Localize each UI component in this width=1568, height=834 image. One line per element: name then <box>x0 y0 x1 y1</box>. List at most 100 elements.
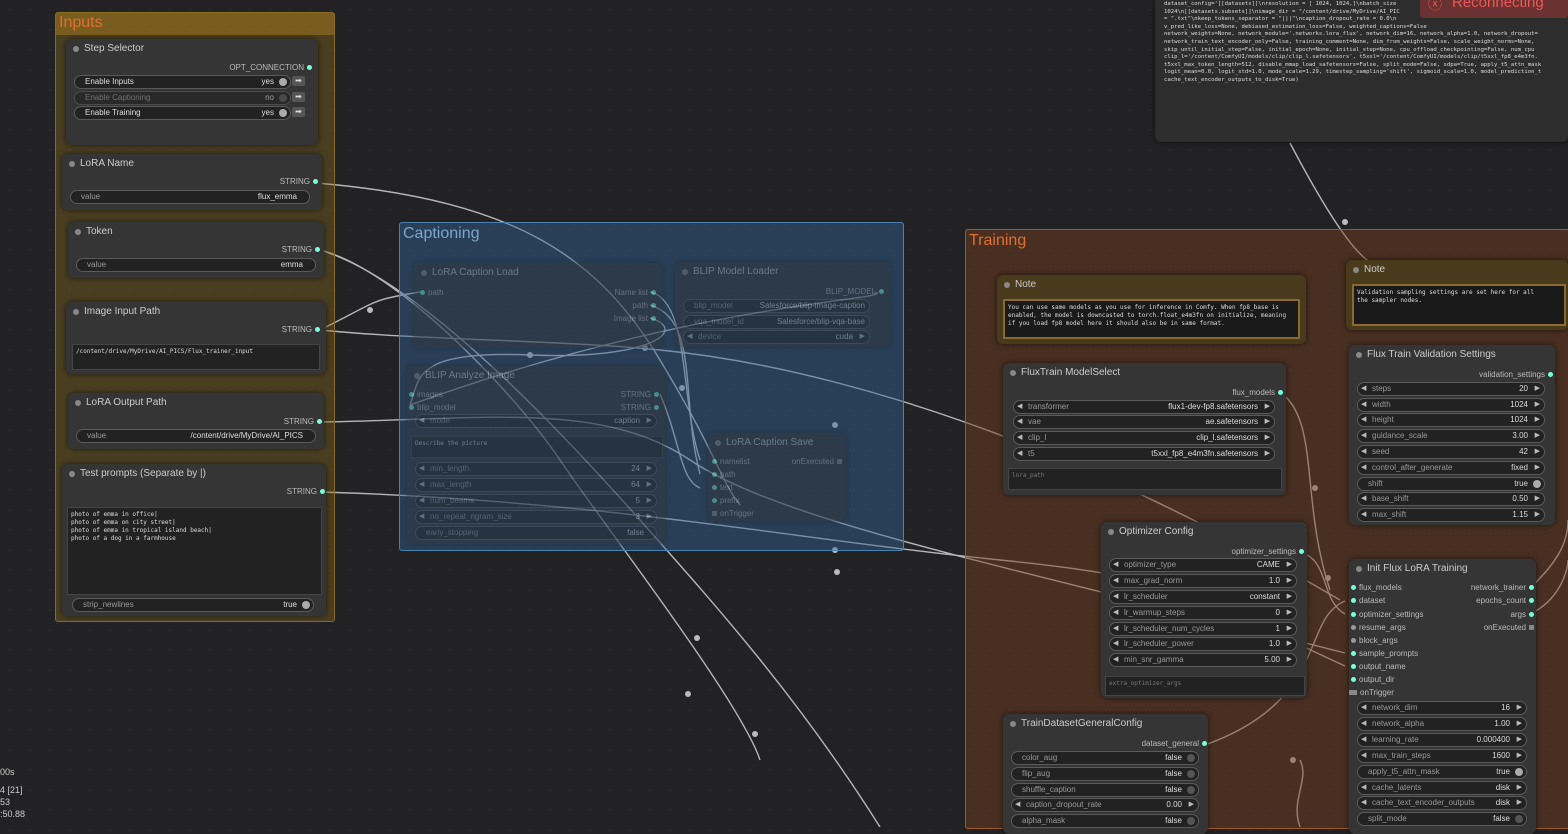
node-flux-train-validation-settings[interactable]: Flux Train Validation Settings validatio… <box>1349 345 1555 525</box>
node-lora-caption-save[interactable]: LoRA Caption Save namelist path text pre… <box>708 433 846 521</box>
node-lora-output-path[interactable]: LoRA Output Path STRING value/content/dr… <box>68 393 324 449</box>
lora-output-path-field[interactable]: value/content/drive/MyDrive/AI_PICS <box>76 429 316 443</box>
note-2-text[interactable]: Validation sampling settings are set her… <box>1352 284 1566 326</box>
input-dataset[interactable]: dataset <box>1351 596 1385 605</box>
output-string[interactable]: STRING <box>280 177 318 186</box>
input-block-args[interactable]: block_args <box>1351 636 1398 645</box>
enable-training-toggle[interactable]: Enable Training yes <box>74 106 291 120</box>
output-path[interactable]: path <box>632 301 656 310</box>
flip-aug-toggle[interactable]: flip_aug false <box>1011 767 1199 781</box>
lora-name-value-field[interactable]: value flux_emma <box>70 190 310 204</box>
output-on-executed[interactable]: onExecuted <box>792 457 842 466</box>
num-beams-field[interactable]: num_beams5 <box>415 494 657 508</box>
node-blip-analyze-image[interactable]: BLIP Analyze Image images blip_model STR… <box>407 366 665 544</box>
apply-t5-attn-mask-toggle[interactable]: apply_t5_attn_mask true <box>1357 765 1527 779</box>
image-input-path-textarea[interactable]: /content/drive/MyDrive/AI_PICS/Flux_trai… <box>72 344 320 370</box>
clip-l-select[interactable]: clip_lclip_l.safetensors <box>1013 431 1275 445</box>
t5-select[interactable]: t5t5xxl_fp8_e4m3fn.safetensors <box>1013 447 1275 461</box>
vae-select[interactable]: vaeae.safetensors <box>1013 415 1275 429</box>
output-name-list[interactable]: Name list <box>615 288 656 297</box>
output-string[interactable]: STRING <box>282 245 320 254</box>
note-1-text[interactable]: You can use same models as you use for i… <box>1003 299 1300 339</box>
height-field[interactable]: height1024 <box>1357 413 1545 427</box>
enable-captioning-toggle[interactable]: Enable Captioning no <box>74 91 291 105</box>
input-sample-prompts[interactable]: sample_prompts <box>1351 649 1418 658</box>
lr-warmup-steps-field[interactable]: lr_warmup_steps0 <box>1109 606 1297 620</box>
output-blip-model[interactable]: BLIP_MODEL <box>826 287 884 296</box>
lr-scheduler-num-cycles-field[interactable]: lr_scheduler_num_cycles1 <box>1109 622 1297 636</box>
arrow-button[interactable]: ➡ <box>292 107 305 117</box>
max-grad-norm-field[interactable]: max_grad_norm1.0 <box>1109 574 1297 588</box>
alpha-mask-toggle[interactable]: alpha_mask false <box>1011 814 1199 828</box>
output-string[interactable]: STRING <box>621 390 659 399</box>
input-prefix[interactable]: prefix <box>712 496 740 505</box>
node-train-dataset-general-config[interactable]: TrainDatasetGeneralConfig dataset_genera… <box>1003 714 1208 834</box>
control-after-generate-select[interactable]: control_after_generatefixed <box>1357 461 1545 475</box>
enable-inputs-toggle[interactable]: Enable Inputs yes <box>74 75 291 89</box>
strip-newlines-toggle[interactable]: strip_newlines true <box>72 598 314 612</box>
log-output-panel[interactable]: dataset_config='[[datasets]]\nresolution… <box>1155 0 1568 142</box>
min-snr-gamma-field[interactable]: min_snr_gamma5.00 <box>1109 653 1297 667</box>
input-optimizer-settings[interactable]: optimizer_settings <box>1351 610 1423 619</box>
output-opt-connection[interactable]: OPT_CONNECTION <box>229 63 312 72</box>
input-output-name[interactable]: output_name <box>1351 662 1406 671</box>
node-lora-name[interactable]: LoRA Name STRING value flux_emma <box>62 154 322 210</box>
blip-model-select[interactable]: blip_model Salesforce/blip-image-caption <box>683 299 870 313</box>
token-value-field[interactable]: value emma <box>76 258 316 272</box>
node-note-1[interactable]: Note You can use same models as you use … <box>997 275 1306 344</box>
no-repeat-ngram-field[interactable]: no_repeat_ngram_size3 <box>415 510 657 524</box>
output-image-list[interactable]: Image list <box>614 314 656 323</box>
base-shift-field[interactable]: base_shift0.50 <box>1357 492 1545 506</box>
output-on-executed[interactable]: onExecuted <box>1484 623 1534 632</box>
input-images[interactable]: images <box>409 390 443 399</box>
arrow-button[interactable]: ➡ <box>292 76 305 86</box>
arrow-button[interactable]: ➡ <box>292 92 305 102</box>
input-path[interactable]: path <box>420 288 444 297</box>
input-path[interactable]: path <box>712 470 736 479</box>
node-init-flux-lora-training[interactable]: Init Flux LoRA Training flux_models data… <box>1349 559 1536 834</box>
reconnecting-toast[interactable]: ⓧ Reconnecting <box>1420 0 1568 18</box>
color-aug-toggle[interactable]: color_aug false <box>1011 751 1199 765</box>
input-output-dir[interactable]: output_dir <box>1351 675 1395 684</box>
output-optimizer-settings[interactable]: optimizer_settings <box>1232 547 1304 556</box>
cache-text-encoder-outputs-select[interactable]: cache_text_encoder_outputsdisk <box>1357 796 1527 810</box>
input-on-trigger[interactable]: onTrigger <box>712 509 754 518</box>
guidance-scale-field[interactable]: guidance_scale3.00 <box>1357 429 1545 443</box>
input-text[interactable]: text <box>712 483 733 492</box>
max-shift-field[interactable]: max_shift1.15 <box>1357 508 1545 522</box>
max-length-field[interactable]: max_length64 <box>415 478 657 492</box>
transformer-select[interactable]: transformerflux1-dev-fp8.safetensors <box>1013 400 1275 414</box>
lr-scheduler-select[interactable]: lr_schedulerconstant <box>1109 590 1297 604</box>
shuffle-caption-toggle[interactable]: shuffle_caption false <box>1011 783 1199 797</box>
min-length-field[interactable]: min_length24 <box>415 462 657 476</box>
mode-select[interactable]: modecaption <box>415 414 657 428</box>
steps-field[interactable]: steps20 <box>1357 382 1545 396</box>
output-dataset-general[interactable]: dataset_general <box>1142 739 1207 748</box>
split-mode-toggle[interactable]: split_mode false <box>1357 812 1527 826</box>
input-namelist[interactable]: namelist <box>712 457 750 466</box>
node-blip-model-loader[interactable]: BLIP Model Loader BLIP_MODEL blip_model S… <box>675 262 890 347</box>
output-network-trainer[interactable]: network_trainer <box>1471 583 1534 592</box>
learning-rate-field[interactable]: learning_rate0.000400 <box>1357 733 1527 747</box>
blip-prompt-textarea[interactable]: Describe the picture <box>411 436 663 458</box>
network-dim-field[interactable]: network_dim16 <box>1357 701 1527 715</box>
node-test-prompts[interactable]: Test prompts (Separate by |) STRING phot… <box>62 464 326 616</box>
node-optimizer-config[interactable]: Optimizer Config optimizer_settings opti… <box>1101 522 1307 698</box>
output-string[interactable]: STRING <box>621 403 659 412</box>
input-resume-args[interactable]: resume_args <box>1351 623 1406 632</box>
extra-optimizer-args-textarea[interactable]: extra_optimizer_args <box>1105 676 1305 696</box>
max-train-steps-field[interactable]: max_train_steps1600 <box>1357 749 1527 763</box>
node-note-2[interactable]: Note Validation sampling settings are se… <box>1346 260 1568 330</box>
node-image-input-path[interactable]: Image Input Path STRING /content/drive/M… <box>66 302 326 374</box>
shift-toggle[interactable]: shift true <box>1357 477 1545 491</box>
output-flux-models[interactable]: flux_models <box>1232 388 1283 397</box>
lr-scheduler-power-field[interactable]: lr_scheduler_power1.0 <box>1109 637 1297 651</box>
output-args[interactable]: args <box>1510 610 1534 619</box>
input-flux-models[interactable]: flux_models <box>1351 583 1402 592</box>
seed-field[interactable]: seed42 <box>1357 445 1545 459</box>
vqa-model-select[interactable]: vqa_model_id Salesforce/blip-vqa-base <box>683 315 870 329</box>
input-blip-model[interactable]: blip_model <box>409 403 456 412</box>
test-prompts-textarea[interactable]: photo of emma in office| photo of emma o… <box>67 507 322 595</box>
node-step-selector[interactable]: Step Selector OPT_CONNECTION Enable Inpu… <box>66 39 318 145</box>
lora-path-textarea[interactable]: lora_path <box>1008 468 1282 490</box>
